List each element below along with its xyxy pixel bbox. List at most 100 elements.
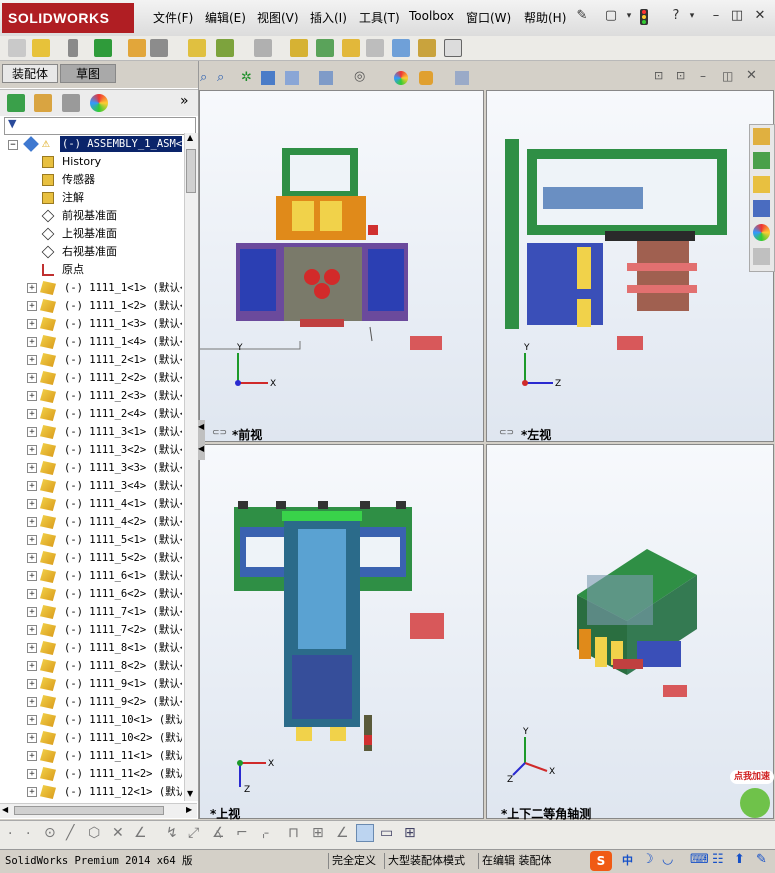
expand-icon[interactable]: +: [27, 283, 37, 293]
link-views-icon[interactable]: ⊡: [654, 69, 663, 82]
expand-icon[interactable]: +: [27, 697, 37, 707]
tree-part-item[interactable]: + (-) 1111_1<3> (默认<: [0, 315, 182, 333]
line-icon[interactable]: ╱: [66, 825, 74, 841]
help-icon[interactable]: ?: [668, 8, 684, 24]
expand-icon[interactable]: +: [27, 733, 37, 743]
ime-skin-icon[interactable]: ☷: [712, 852, 724, 867]
design-library-icon[interactable]: [753, 152, 770, 169]
collapse-arrow-icon[interactable]: ◀: [198, 422, 204, 431]
clip-icon[interactable]: [68, 39, 78, 57]
toolbar-options-icon[interactable]: [444, 39, 462, 57]
four-view-icon[interactable]: ⊞: [404, 825, 416, 841]
viewport-left[interactable]: Y Z ⊂⊃ *左视: [486, 90, 774, 442]
explode-icon[interactable]: [290, 39, 308, 57]
tree-item-origin[interactable]: 原点: [0, 261, 182, 279]
expand-icon[interactable]: +: [27, 553, 37, 563]
menu-window[interactable]: 窗口(W): [466, 9, 511, 26]
tree-part-item[interactable]: + (-) 1111_2<2> (默认<: [0, 369, 182, 387]
section-view-icon[interactable]: [261, 71, 275, 85]
viewport-close-icon[interactable]: ✕: [746, 68, 757, 83]
angle-icon[interactable]: ∠: [134, 825, 147, 841]
menu-help[interactable]: 帮助(H): [524, 9, 566, 26]
tree-part-item[interactable]: + (-) 1111_1<1> (默认<: [0, 279, 182, 297]
ime-punct-icon[interactable]: ◡: [662, 852, 673, 867]
appearance-icon[interactable]: [394, 71, 408, 85]
menu-toolbox[interactable]: Toolbox: [409, 9, 454, 23]
open-icon[interactable]: [32, 39, 50, 57]
file-explorer-icon[interactable]: [753, 176, 770, 193]
view-settings-icon[interactable]: [455, 71, 469, 85]
collapse-icon[interactable]: −: [8, 140, 18, 150]
tree-part-item[interactable]: + (-) 1111_5<2> (默认<: [0, 549, 182, 567]
tree-part-item[interactable]: + (-) 1111_11<1> (默认: [0, 747, 182, 765]
component-icon[interactable]: [94, 39, 112, 57]
help-dropdown-icon[interactable]: ▾: [684, 8, 700, 24]
viewport-minimize-icon[interactable]: –: [700, 69, 706, 83]
tree-part-item[interactable]: + (-) 1111_2<3> (默认<: [0, 387, 182, 405]
tree-item-annotation[interactable]: 注解: [0, 189, 182, 207]
expand-icon[interactable]: +: [27, 751, 37, 761]
menu-edit[interactable]: 编辑(E): [205, 9, 246, 26]
scroll-down-icon[interactable]: ▼: [187, 789, 193, 798]
expand-icon[interactable]: +: [27, 409, 37, 419]
expand-chevron-icon[interactable]: »: [180, 93, 189, 109]
trim-icon[interactable]: ✕: [112, 825, 124, 841]
ime-moon-icon[interactable]: ☽: [642, 852, 654, 867]
menu-file[interactable]: 文件(F): [153, 9, 193, 26]
tree-item-sensor[interactable]: 传感器: [0, 171, 182, 189]
tree-part-item[interactable]: + (-) 1111_11<2> (默认: [0, 765, 182, 783]
minimize-icon[interactable]: –: [708, 8, 724, 24]
tab-assembly[interactable]: 装配体: [2, 64, 58, 83]
property-manager-icon[interactable]: [34, 94, 52, 112]
mate-icon[interactable]: [150, 39, 168, 57]
tree-part-item[interactable]: + (-) 1111_3<2> (默认<: [0, 441, 182, 459]
single-view-icon[interactable]: ⊡: [676, 69, 685, 82]
expand-icon[interactable]: +: [27, 517, 37, 527]
view-palette-icon[interactable]: [753, 200, 770, 217]
zoom-area-icon[interactable]: ⌕: [217, 70, 224, 85]
close-icon[interactable]: ✕: [752, 8, 768, 24]
tree-part-item[interactable]: + (-) 1111_12<1> (默认: [0, 783, 182, 801]
tree-part-item[interactable]: + (-) 1111_7<1> (默认<: [0, 603, 182, 621]
expand-icon[interactable]: +: [27, 301, 37, 311]
insert-icon[interactable]: [128, 39, 146, 57]
expand-icon[interactable]: +: [27, 535, 37, 545]
tree-part-item[interactable]: + (-) 1111_3<1> (默认<: [0, 423, 182, 441]
expand-icon[interactable]: +: [27, 445, 37, 455]
tree-part-item[interactable]: + (-) 1111_10<2> (默认: [0, 729, 182, 747]
tree-part-item[interactable]: + (-) 1111_5<1> (默认<: [0, 531, 182, 549]
fillet-icon[interactable]: ↯: [166, 825, 178, 841]
ime-keyboard-icon[interactable]: ⌨: [690, 852, 709, 867]
tree-item-plane[interactable]: 前视基准面: [0, 207, 182, 225]
circle-icon[interactable]: ⊙: [44, 825, 56, 841]
expand-icon[interactable]: +: [27, 391, 37, 401]
panel-splitter[interactable]: ◀ ◀: [198, 420, 205, 460]
corner-icon[interactable]: ⌐: [236, 825, 248, 841]
expand-icon[interactable]: +: [27, 355, 37, 365]
dimension-icon[interactable]: ⊓: [288, 825, 299, 841]
instant3d-icon[interactable]: [392, 39, 410, 57]
viewport-iso[interactable]: Y X Z *上下二等角轴测: [486, 444, 774, 821]
pin-icon[interactable]: ✎: [574, 8, 590, 24]
dashed-corner-icon[interactable]: ⌌: [258, 825, 269, 841]
tree-part-item[interactable]: + (-) 1111_2<1> (默认<: [0, 351, 182, 369]
tree-part-item[interactable]: + (-) 1111_9<2> (默认<: [0, 693, 182, 711]
expand-icon[interactable]: +: [27, 643, 37, 653]
ime-logo-icon[interactable]: S: [590, 851, 612, 871]
expand-icon[interactable]: +: [27, 427, 37, 437]
menu-insert[interactable]: 插入(I): [310, 9, 347, 26]
tree-part-item[interactable]: + (-) 1111_8<2> (默认<: [0, 657, 182, 675]
solidworks-logo[interactable]: SOLIDWORKS: [2, 3, 134, 33]
feature-tree-icon[interactable]: [7, 94, 25, 112]
hscroll-thumb[interactable]: [14, 806, 164, 815]
relation-icon[interactable]: ∠: [336, 825, 349, 841]
tree-part-item[interactable]: + (-) 1111_7<2> (默认<: [0, 621, 182, 639]
scroll-right-icon[interactable]: ▶: [186, 805, 192, 814]
menu-tools[interactable]: 工具(T): [359, 9, 400, 26]
ime-accelerator[interactable]: 点我加速: [730, 770, 774, 820]
display-cube-icon[interactable]: [356, 824, 374, 842]
previous-view-icon[interactable]: ✲: [241, 70, 252, 85]
ime-lang-toggle[interactable]: 中: [622, 853, 633, 869]
smart-fastener-icon[interactable]: [254, 39, 272, 57]
new-document-icon[interactable]: ▢: [603, 8, 619, 24]
